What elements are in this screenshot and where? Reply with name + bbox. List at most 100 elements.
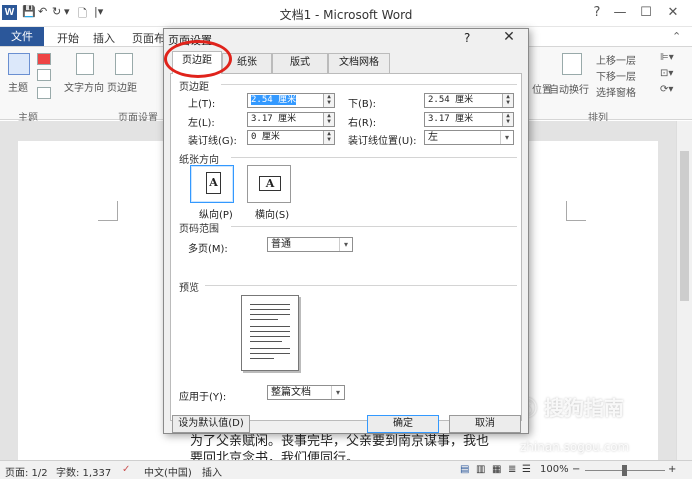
bottom-margin-input[interactable]: 2.54 厘米 ▲ ▼ — [424, 93, 514, 108]
zoom-out-button[interactable]: − — [572, 464, 580, 475]
orientation-section-title: 纸张方向 — [179, 155, 219, 166]
word-count[interactable]: 字数: 1,337 — [56, 464, 111, 479]
landscape-option[interactable]: A — [247, 165, 291, 203]
web-layout-icon[interactable]: ▦ — [492, 464, 501, 475]
left-margin-value: 3.17 厘米 — [251, 114, 297, 124]
section-divider — [231, 157, 517, 158]
proofing-icon[interactable]: ✓ — [122, 464, 130, 475]
spinner-arrows-icon[interactable]: ▲ ▼ — [502, 94, 513, 107]
vertical-scrollbar[interactable] — [676, 121, 692, 460]
text-direction-icon[interactable] — [76, 53, 94, 75]
preview-section-title: 预览 — [179, 283, 199, 294]
wrap-text-button[interactable]: 自动换行 — [549, 81, 589, 96]
spinner-arrows-icon[interactable]: ▲ ▼ — [323, 131, 334, 144]
preview-text-line — [250, 336, 290, 337]
left-margin-input[interactable]: 3.17 厘米 ▲ ▼ — [247, 112, 335, 127]
outline-view-icon[interactable]: ≣ — [508, 464, 516, 475]
draft-view-icon[interactable]: ☰ — [522, 464, 531, 475]
section-divider — [231, 226, 517, 227]
tab-file[interactable]: 文件 — [0, 27, 44, 46]
theme-button[interactable]: 主题 — [8, 79, 28, 94]
title-bar: W 💾 ↶ ↻ ▾ 🗋 |▾ 文档1 - Microsoft Word ? — … — [0, 0, 692, 27]
maximize-button[interactable]: ☐ — [633, 3, 659, 23]
spinner-arrows-icon[interactable]: ▲ ▼ — [323, 94, 334, 107]
preview-text-line — [250, 348, 290, 349]
spinner-arrows-icon[interactable]: ▲ ▼ — [502, 113, 513, 126]
gutter-position-label: 装订线位置(U): — [348, 136, 417, 147]
language-indicator[interactable]: 中文(中国) — [144, 464, 192, 479]
zoom-slider-thumb[interactable] — [622, 465, 627, 476]
zoom-in-button[interactable]: + — [668, 464, 676, 475]
right-margin-input[interactable]: 3.17 厘米 ▲ ▼ — [424, 112, 514, 127]
watermark-url: zhinan.sogou.com — [520, 440, 630, 454]
print-layout-icon[interactable]: ▤ — [460, 464, 469, 475]
set-as-default-button[interactable]: 设为默认值(D) — [172, 415, 250, 433]
top-margin-input[interactable]: 2.54 厘米 ▲ ▼ — [247, 93, 335, 108]
text-direction-button[interactable]: 文字方向 — [64, 79, 104, 94]
chevron-down-icon[interactable]: ▾ — [500, 131, 513, 144]
reading-mode-icon[interactable]: ▥ — [476, 464, 485, 475]
preview-text-line — [250, 304, 290, 305]
rotate-icon[interactable]: ⟳▾ — [660, 84, 673, 95]
top-margin-label: 上(T): — [188, 99, 216, 110]
selection-pane-button[interactable]: 选择窗格 — [596, 84, 636, 99]
spinner-arrows-icon[interactable]: ▲ ▼ — [323, 113, 334, 126]
customize-qat-icon[interactable]: |▾ — [94, 5, 103, 18]
tab-insert[interactable]: 插入 — [93, 30, 115, 46]
status-bar: 页面: 1/2 字数: 1,337 ✓ 中文(中国) 插入 ▤ ▥ ▦ ≣ ☰ … — [0, 460, 692, 479]
margins-button[interactable]: 页边距 — [107, 79, 137, 94]
section-divider — [205, 285, 517, 286]
minimize-button[interactable]: — — [607, 3, 633, 23]
insert-mode-indicator[interactable]: 插入 — [202, 464, 222, 479]
redo-icon[interactable]: ↻ — [52, 5, 61, 18]
right-margin-value: 3.17 厘米 — [428, 114, 474, 124]
chevron-down-icon[interactable]: ▾ — [331, 386, 344, 399]
portrait-label[interactable]: 纵向(P) — [199, 206, 233, 221]
preview-text-line — [250, 314, 290, 315]
theme-effects-icon[interactable] — [37, 87, 51, 99]
bring-forward-button[interactable]: 上移一层 — [596, 52, 636, 67]
crop-mark — [98, 201, 118, 221]
gutter-input[interactable]: 0 厘米 ▲ ▼ — [247, 130, 335, 145]
theme-colors-icon[interactable] — [37, 53, 51, 65]
send-backward-button[interactable]: 下移一层 — [596, 68, 636, 83]
align-icon[interactable]: ⊫▾ — [660, 52, 674, 63]
preview-text-line — [250, 341, 282, 342]
dialog-close-button[interactable]: ✕ — [498, 29, 520, 47]
tab-layout[interactable]: 版式 — [272, 53, 328, 73]
preview-text-line — [250, 326, 290, 327]
tab-home[interactable]: 开始 — [57, 30, 79, 46]
crop-mark — [566, 201, 586, 221]
apply-to-select[interactable]: 整篇文档 ▾ — [267, 385, 345, 400]
preview-text-line — [250, 331, 290, 332]
tab-document-grid[interactable]: 文档网格 — [328, 53, 390, 73]
close-window-button[interactable]: ✕ — [660, 3, 686, 23]
bottom-margin-value: 2.54 厘米 — [428, 95, 474, 105]
landscape-label[interactable]: 横向(S) — [255, 206, 289, 221]
page-count[interactable]: 页面: 1/2 — [5, 464, 48, 479]
group-icon[interactable]: ⊡▾ — [660, 68, 673, 79]
new-document-icon[interactable]: 🗋 — [78, 5, 87, 24]
multiple-pages-label: 多页(M): — [188, 244, 228, 255]
wrap-text-icon[interactable] — [562, 53, 582, 75]
scrollbar-thumb[interactable] — [680, 151, 689, 301]
chevron-down-icon[interactable]: ▾ — [339, 238, 352, 251]
preview-page — [241, 295, 299, 371]
word-logo-icon: W — [2, 5, 17, 20]
cancel-button[interactable]: 取消 — [449, 415, 521, 433]
undo-dropdown-icon[interactable]: ▾ — [64, 5, 70, 18]
dialog-help-button[interactable]: ? — [464, 31, 470, 45]
ribbon-collapse-icon[interactable]: ⌃ — [672, 30, 681, 43]
portrait-option[interactable]: A — [190, 165, 234, 203]
zoom-level[interactable]: 100% — [540, 464, 569, 475]
gutter-position-value: 左 — [428, 132, 438, 143]
multiple-pages-select[interactable]: 普通 ▾ — [267, 237, 353, 252]
theme-fonts-icon[interactable] — [37, 69, 51, 81]
gutter-position-select[interactable]: 左 ▾ — [424, 130, 514, 145]
ok-button[interactable]: 确定 — [367, 415, 439, 433]
undo-icon[interactable]: ↶ — [38, 5, 47, 18]
theme-icon[interactable] — [8, 53, 30, 75]
tab-page-layout[interactable]: 页面布 — [132, 30, 165, 46]
save-icon[interactable]: 💾 — [22, 5, 36, 18]
margins-icon[interactable] — [115, 53, 133, 75]
